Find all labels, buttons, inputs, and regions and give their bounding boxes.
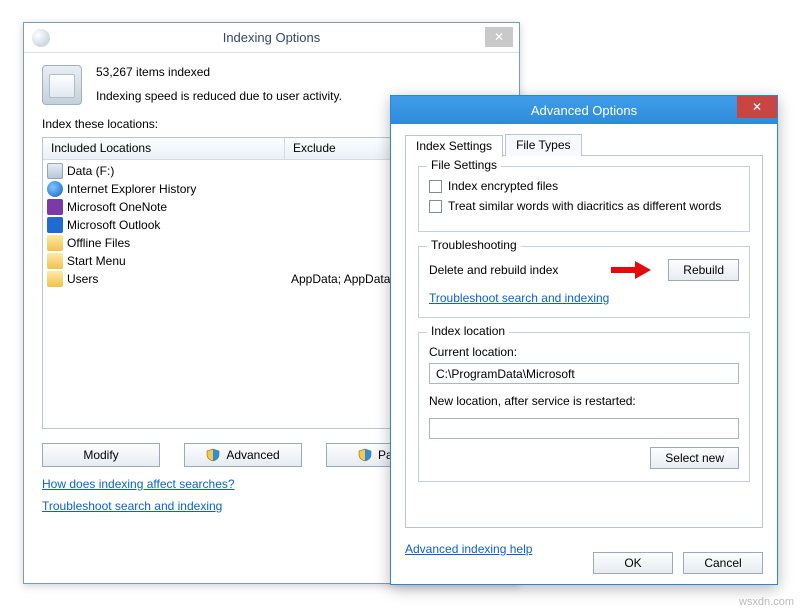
speed-note-text: Indexing speed is reduced due to user ac… — [96, 89, 342, 103]
col-included[interactable]: Included Locations — [43, 138, 285, 159]
group-index-location: Index location Current location: New loc… — [418, 332, 750, 482]
cb-diacritics-label: Treat similar words with diacritics as d… — [448, 199, 721, 213]
close-icon[interactable]: ✕ — [737, 96, 777, 118]
current-location-input[interactable] — [429, 363, 739, 384]
row-label: Microsoft Outlook — [67, 218, 160, 232]
link-advanced-help[interactable]: Advanced indexing help — [405, 542, 532, 556]
tab-strip: Index Settings File Types — [405, 134, 763, 156]
row-label: Start Menu — [67, 254, 126, 268]
folder-icon — [47, 271, 63, 287]
tab-index-settings[interactable]: Index Settings — [405, 135, 503, 157]
checkbox-icon[interactable] — [429, 180, 442, 193]
group-troubleshooting: Troubleshooting Delete and rebuild index… — [418, 246, 750, 318]
ie-icon — [47, 181, 63, 197]
shield-icon — [206, 448, 220, 462]
drive-icon — [42, 65, 82, 105]
new-location-input[interactable] — [429, 418, 739, 439]
row-label: Internet Explorer History — [67, 182, 196, 196]
indexing-title: Indexing Options — [223, 30, 321, 45]
advanced-content: Index Settings File Types File Settings … — [391, 124, 777, 566]
advanced-button[interactable]: Advanced — [184, 443, 302, 467]
folder-icon — [47, 235, 63, 251]
outlook-icon — [47, 217, 63, 233]
checkbox-icon[interactable] — [429, 200, 442, 213]
link-troubleshoot-adv[interactable]: Troubleshoot search and indexing — [429, 291, 609, 305]
group-file-settings: File Settings Index encrypted files Trea… — [418, 166, 750, 232]
cancel-button[interactable]: Cancel — [683, 552, 763, 574]
legend-troubleshooting: Troubleshooting — [427, 238, 521, 252]
dialog-buttons: OK Cancel — [593, 552, 763, 574]
advanced-options-window: Advanced Options ✕ Index Settings File T… — [390, 95, 778, 585]
row-label: Users — [67, 272, 98, 286]
checkbox-row-encrypted[interactable]: Index encrypted files — [429, 179, 739, 193]
indexing-titlebar: Indexing Options ✕ — [24, 23, 519, 53]
legend-location: Index location — [427, 324, 509, 338]
magnifier-icon — [32, 29, 50, 47]
advanced-title: Advanced Options — [531, 103, 637, 118]
watermark-text: wsxdn.com — [739, 596, 794, 608]
current-location-label: Current location: — [429, 345, 739, 359]
rebuild-button[interactable]: Rebuild — [668, 259, 739, 281]
folder-icon — [47, 253, 63, 269]
modify-label: Modify — [83, 448, 118, 462]
ok-button[interactable]: OK — [593, 552, 673, 574]
shield-icon — [358, 448, 372, 462]
row-label: Offline Files — [67, 236, 130, 250]
onenote-icon — [47, 199, 63, 215]
advanced-label: Advanced — [226, 448, 279, 462]
items-indexed-text: 53,267 items indexed — [96, 65, 342, 79]
rebuild-row: Delete and rebuild index Rebuild — [429, 259, 739, 281]
arrow-icon — [611, 261, 651, 279]
new-location-label: New location, after service is restarted… — [429, 394, 739, 408]
row-label: Data (F:) — [67, 164, 114, 178]
modify-button[interactable]: Modify — [42, 443, 160, 467]
checkbox-row-diacritics[interactable]: Treat similar words with diacritics as d… — [429, 199, 739, 213]
advanced-titlebar: Advanced Options ✕ — [391, 96, 777, 124]
tab-file-types[interactable]: File Types — [505, 134, 581, 156]
select-new-button[interactable]: Select new — [650, 447, 739, 469]
close-icon[interactable]: ✕ — [485, 27, 513, 47]
tab-panel-index-settings: File Settings Index encrypted files Trea… — [405, 156, 763, 528]
drive-icon — [47, 163, 63, 179]
row-label: Microsoft OneNote — [67, 200, 167, 214]
status-text: 53,267 items indexed Indexing speed is r… — [96, 63, 342, 105]
cb-encrypted-label: Index encrypted files — [448, 179, 558, 193]
legend-file-settings: File Settings — [427, 158, 501, 172]
